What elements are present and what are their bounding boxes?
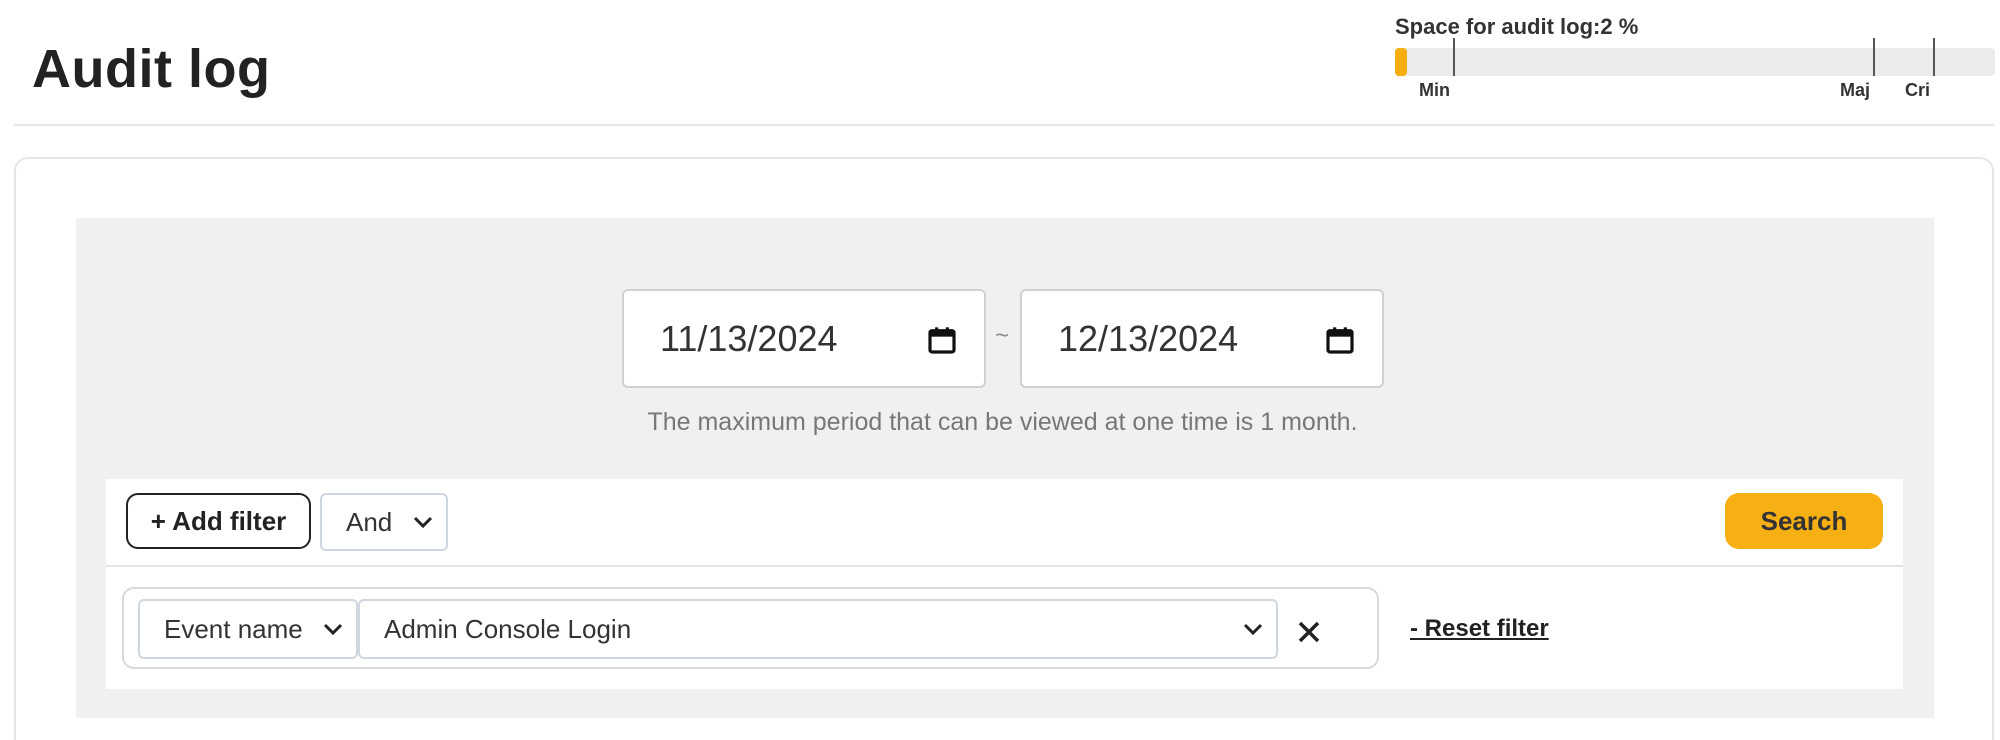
chevron-down-icon: [1243, 623, 1263, 636]
reset-filter-link[interactable]: - Reset filter: [1410, 615, 1549, 643]
end-date-value: 12/13/2024: [1058, 317, 1239, 359]
date-range-separator: ~: [995, 322, 1010, 349]
filter-value-select[interactable]: Admin Console Login: [358, 599, 1278, 659]
threshold-label-min: Min: [1419, 80, 1450, 100]
filter-field-value: Event name: [164, 613, 303, 644]
threshold-marker-cri: [1933, 38, 1935, 76]
logic-operator-select[interactable]: And: [320, 493, 448, 551]
threshold-label-maj: Maj: [1840, 80, 1871, 100]
logic-operator-value: And: [346, 506, 393, 537]
end-date-input[interactable]: 12/13/2024: [1020, 289, 1384, 388]
chevron-down-icon: [323, 623, 343, 636]
calendar-icon[interactable]: [926, 324, 958, 356]
start-date-input[interactable]: 11/13/2024: [622, 289, 986, 388]
threshold-label-cri: Cri: [1905, 80, 1931, 100]
search-button[interactable]: Search: [1725, 493, 1883, 549]
period-limit-note: The maximum period that can be viewed at…: [647, 408, 1358, 436]
calendar-icon[interactable]: [1324, 324, 1356, 356]
filter-box: + Add filter And Search Event name Admin…: [106, 479, 1903, 689]
close-icon[interactable]: [1296, 619, 1322, 645]
page-title: Audit log: [32, 39, 271, 99]
threshold-marker-min: [1453, 38, 1455, 76]
usage-progress-fill: [1395, 48, 1407, 76]
audit-log-space-usage: Space for audit log:2 % Min Maj Cri: [1395, 14, 1995, 100]
chevron-down-icon: [413, 516, 433, 529]
add-filter-button[interactable]: + Add filter: [126, 493, 311, 549]
start-date-value: 11/13/2024: [660, 317, 838, 359]
filter-field-select[interactable]: Event name: [138, 599, 358, 659]
filter-divider: [106, 565, 1903, 567]
usage-progress-bar: [1395, 38, 1995, 76]
usage-label: Space for audit log:2 %: [1395, 14, 1639, 39]
header-divider: [14, 124, 1994, 126]
threshold-marker-maj: [1873, 38, 1875, 76]
filter-value-text: Admin Console Login: [384, 613, 632, 644]
